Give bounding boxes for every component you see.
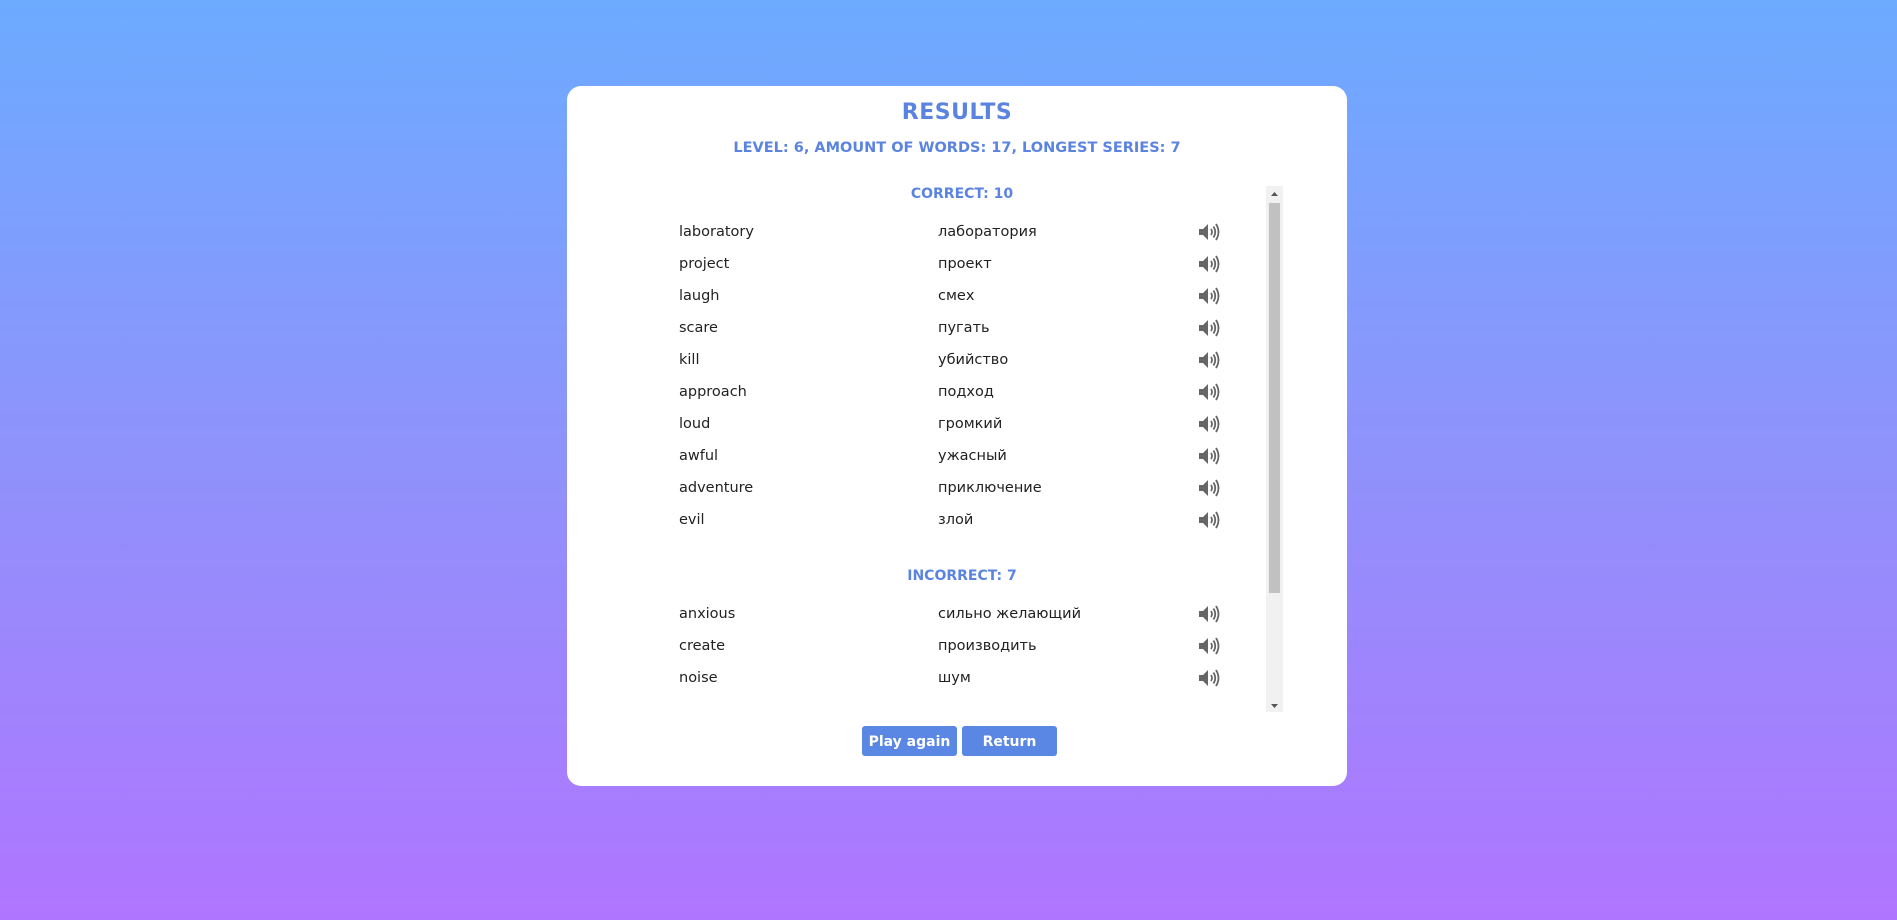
results-stats: LEVEL: 6, AMOUNT OF WORDS: 17, LONGEST S…: [733, 140, 1181, 156]
translation: убийство: [938, 352, 1009, 368]
speaker-icon[interactable]: [1197, 286, 1221, 306]
word-row: approach подход: [667, 380, 1257, 404]
english-word: adventure: [679, 480, 754, 496]
english-word: laugh: [679, 288, 720, 304]
word-row: evil злой: [667, 508, 1257, 532]
english-word: loud: [679, 416, 711, 432]
english-word: approach: [679, 384, 747, 400]
english-word: anxious: [679, 606, 736, 622]
translation: злой: [938, 512, 974, 528]
translation: приключение: [938, 480, 1042, 496]
word-row: laboratory лаборатория: [667, 220, 1257, 244]
word-row: adventure приключение: [667, 476, 1257, 500]
scrollbar-thumb[interactable]: [1269, 203, 1280, 593]
word-row: create производить: [667, 634, 1257, 658]
return-button[interactable]: Return: [962, 726, 1057, 756]
scroll-down-arrow-icon[interactable]: [1266, 698, 1283, 712]
speaker-icon[interactable]: [1197, 382, 1221, 402]
speaker-icon[interactable]: [1197, 668, 1221, 688]
translation: сильно желающий: [938, 606, 1082, 622]
correct-heading: CORRECT: 10: [910, 186, 1014, 202]
word-row: laugh смех: [667, 284, 1257, 308]
english-word: awful: [679, 448, 719, 464]
translation: громкий: [938, 416, 1003, 432]
word-list-scroll-area[interactable]: CORRECT: 10 laboratory лаборатория proje…: [667, 186, 1283, 712]
speaker-icon[interactable]: [1197, 350, 1221, 370]
speaker-icon[interactable]: [1197, 318, 1221, 338]
results-card: RESULTS LEVEL: 6, AMOUNT OF WORDS: 17, L…: [567, 86, 1347, 786]
word-row: kill убийство: [667, 348, 1257, 372]
word-row: anxious сильно желающий: [667, 602, 1257, 626]
speaker-icon[interactable]: [1197, 222, 1221, 242]
speaker-icon[interactable]: [1197, 478, 1221, 498]
translation: проект: [938, 256, 992, 272]
scroll-up-arrow-icon[interactable]: [1266, 186, 1283, 200]
speaker-icon[interactable]: [1197, 636, 1221, 656]
word-row: awful ужасный: [667, 444, 1257, 468]
word-row: scare пугать: [667, 316, 1257, 340]
speaker-icon[interactable]: [1197, 446, 1221, 466]
translation: производить: [938, 638, 1037, 654]
speaker-icon[interactable]: [1197, 414, 1221, 434]
english-word: kill: [679, 352, 700, 368]
english-word: evil: [679, 512, 705, 528]
translation: шум: [938, 670, 971, 686]
vertical-scrollbar[interactable]: [1266, 186, 1283, 712]
speaker-icon[interactable]: [1197, 604, 1221, 624]
english-word: noise: [679, 670, 718, 686]
word-row: project проект: [667, 252, 1257, 276]
translation: подход: [938, 384, 994, 400]
incorrect-heading: INCORRECT: 7: [907, 568, 1017, 584]
word-row: loud громкий: [667, 412, 1257, 436]
english-word: create: [679, 638, 726, 654]
translation: ужасный: [938, 448, 1007, 464]
english-word: scare: [679, 320, 718, 336]
translation: смех: [938, 288, 975, 304]
english-word: laboratory: [679, 224, 754, 240]
results-title: RESULTS: [901, 100, 1013, 125]
translation: лаборатория: [938, 224, 1037, 240]
speaker-icon[interactable]: [1197, 510, 1221, 530]
translation: пугать: [938, 320, 990, 336]
word-row: noise шум: [667, 666, 1257, 690]
play-again-button[interactable]: Play again: [862, 726, 957, 756]
speaker-icon[interactable]: [1197, 254, 1221, 274]
english-word: project: [679, 256, 730, 272]
